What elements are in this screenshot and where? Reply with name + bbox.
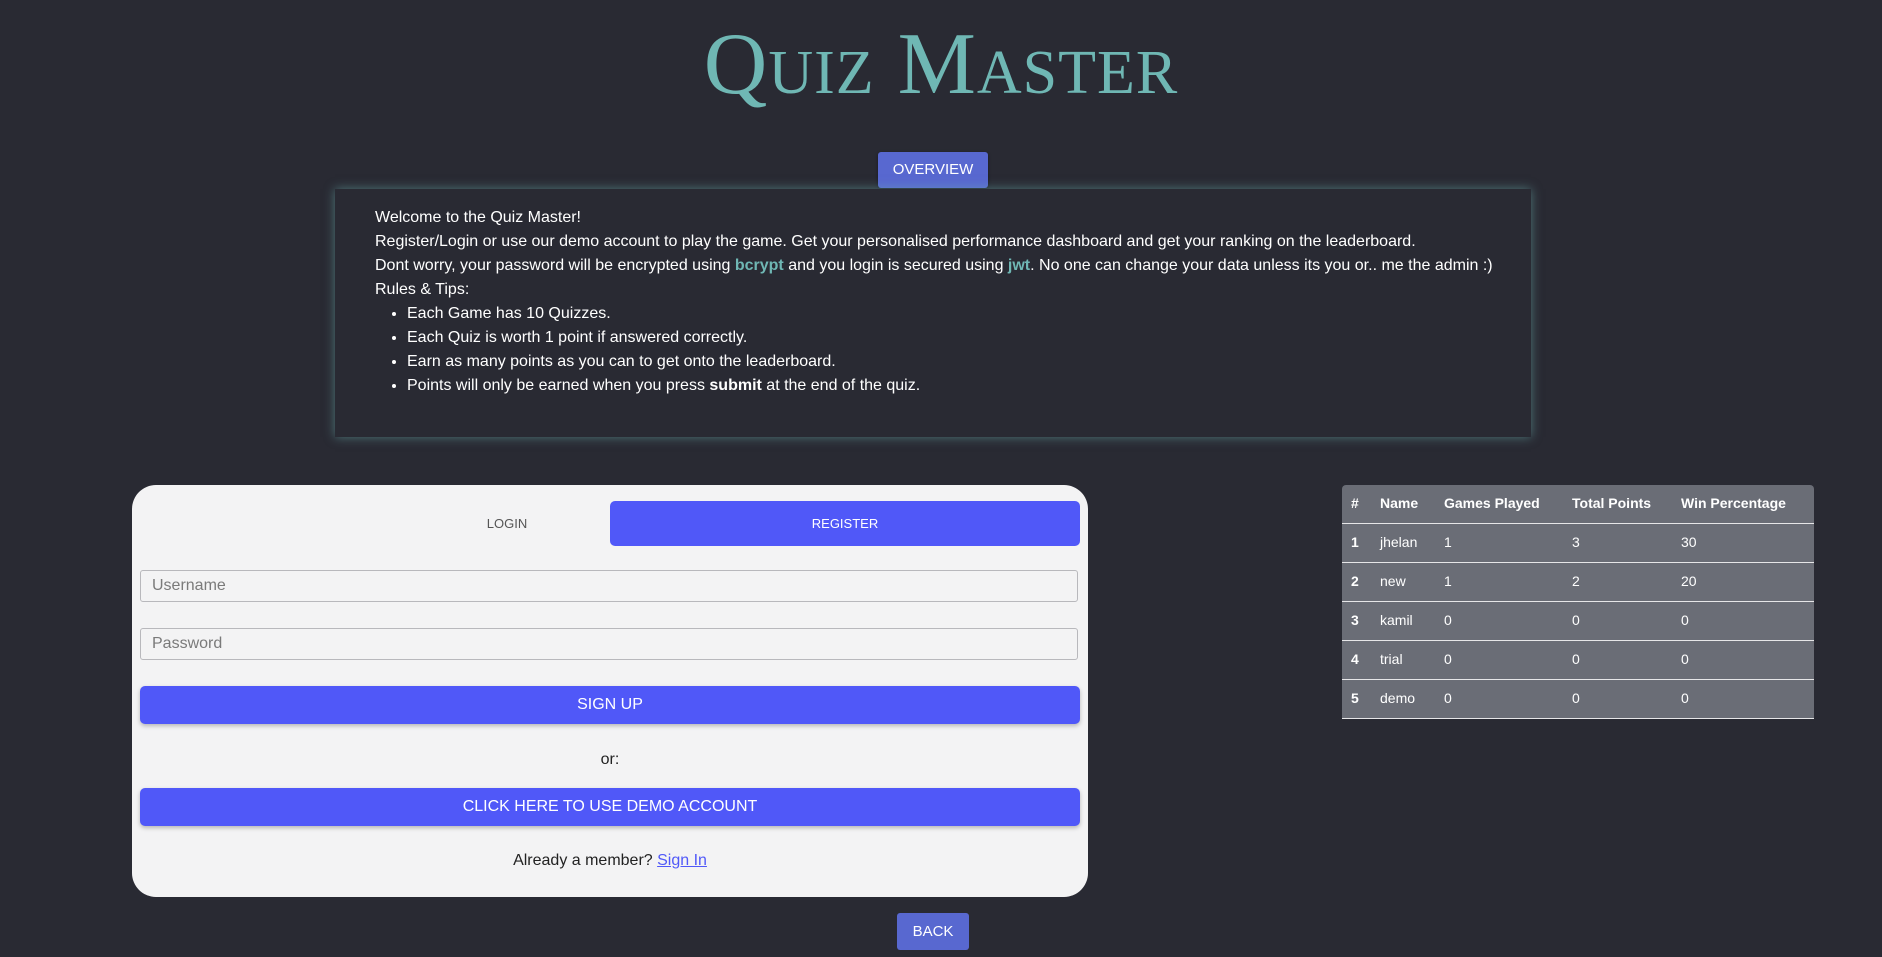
- back-button[interactable]: BACK: [897, 913, 969, 950]
- cell-total-points: 0: [1572, 690, 1580, 706]
- rule-item: Each Game has 10 Quizzes.: [407, 302, 1493, 326]
- cell-win-percentage: 30: [1681, 534, 1697, 550]
- submit-emphasis: submit: [709, 377, 762, 394]
- cell-games-played: 1: [1444, 534, 1452, 550]
- rule-item: Each Quiz is worth 1 point if answered c…: [407, 326, 1493, 350]
- cell-name: new: [1380, 573, 1406, 589]
- table-row: 1 jhelan 1 3 30: [1342, 524, 1814, 563]
- table-row: 3 kamil 0 0 0: [1342, 602, 1814, 641]
- intro-text: Register/Login or use our demo account t…: [375, 233, 1416, 250]
- cell-games-played: 0: [1444, 612, 1452, 628]
- auth-card: LOGIN REGISTER SIGN UP or: CLICK HERE TO…: [132, 485, 1088, 897]
- password-input[interactable]: [140, 628, 1078, 660]
- overview-panel: Welcome to the Quiz Master! Register/Log…: [335, 189, 1531, 437]
- app-title: Quiz Master: [703, 16, 1179, 113]
- jwt-highlight: jwt: [1007, 257, 1031, 274]
- cell-rank: 5: [1351, 690, 1359, 706]
- header-rank: #: [1351, 495, 1359, 511]
- cell-total-points: 3: [1572, 534, 1580, 550]
- header-games-played: Games Played: [1444, 495, 1540, 511]
- cell-games-played: 0: [1444, 651, 1452, 667]
- demo-account-button[interactable]: CLICK HERE TO USE DEMO ACCOUNT: [140, 788, 1080, 826]
- table-header: # Name Games Played Total Points Win Per…: [1342, 485, 1814, 524]
- header-name: Name: [1380, 495, 1419, 511]
- rules-heading: Rules & Tips:: [375, 281, 470, 298]
- cell-win-percentage: 20: [1681, 573, 1697, 589]
- overview-button[interactable]: OVERVIEW: [878, 152, 988, 188]
- cell-rank: 3: [1351, 612, 1359, 628]
- cell-win-percentage: 0: [1681, 690, 1689, 706]
- signin-link[interactable]: Sign In: [657, 852, 707, 869]
- security-text: Dont worry, your password will be encryp…: [375, 257, 1493, 274]
- cell-rank: 4: [1351, 651, 1359, 667]
- table-row: 4 trial 0 0 0: [1342, 641, 1814, 680]
- header-win-percentage: Win Percentage: [1681, 495, 1786, 511]
- cell-total-points: 0: [1572, 612, 1580, 628]
- cell-total-points: 0: [1572, 651, 1580, 667]
- or-separator: or:: [600, 751, 620, 768]
- table-row: 2 new 1 2 20: [1342, 563, 1814, 602]
- bcrypt-highlight: bcrypt: [734, 257, 784, 274]
- table-row: 5 demo 0 0 0: [1342, 680, 1814, 719]
- cell-rank: 2: [1351, 573, 1359, 589]
- cell-name: trial: [1380, 651, 1403, 667]
- cell-name: kamil: [1380, 612, 1413, 628]
- header-total-points: Total Points: [1572, 495, 1652, 511]
- signup-button[interactable]: SIGN UP: [140, 686, 1080, 724]
- leaderboard-table: # Name Games Played Total Points Win Per…: [1342, 485, 1814, 719]
- cell-win-percentage: 0: [1681, 651, 1689, 667]
- cell-games-played: 0: [1444, 690, 1452, 706]
- rule-item: Earn as many points as you can to get on…: [407, 350, 1493, 374]
- cell-name: demo: [1380, 690, 1416, 706]
- member-prompt: Already a member? Sign In: [513, 852, 707, 869]
- cell-name: jhelan: [1380, 534, 1418, 550]
- welcome-text: Welcome to the Quiz Master!: [375, 209, 581, 226]
- username-input[interactable]: [140, 570, 1078, 602]
- cell-games-played: 1: [1444, 573, 1452, 589]
- rule-item: Points will only be earned when you pres…: [407, 374, 1493, 398]
- cell-rank: 1: [1351, 534, 1359, 550]
- cell-win-percentage: 0: [1681, 612, 1689, 628]
- cell-total-points: 2: [1572, 573, 1580, 589]
- tab-register[interactable]: REGISTER: [610, 501, 1080, 546]
- rules-list: Each Game has 10 Quizzes. Each Quiz is w…: [375, 302, 1493, 398]
